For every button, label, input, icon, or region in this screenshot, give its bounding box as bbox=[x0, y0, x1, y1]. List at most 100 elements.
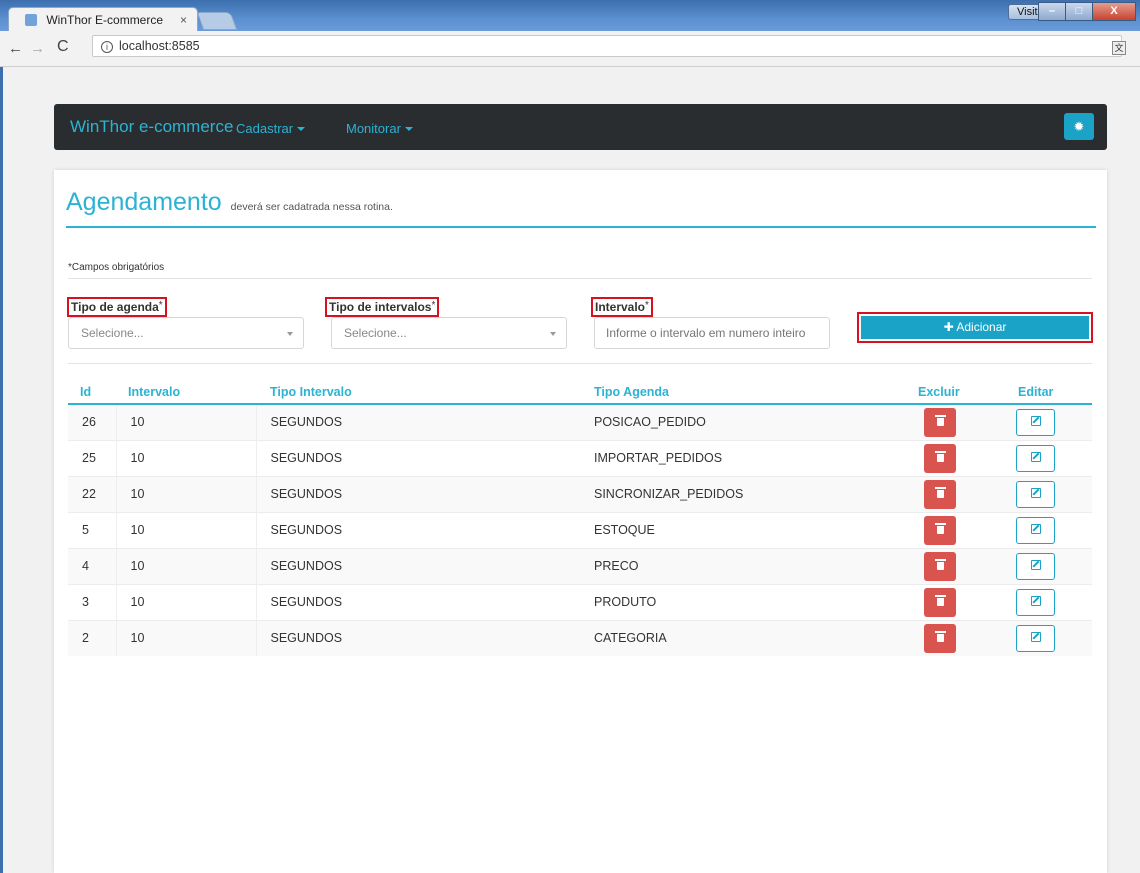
address-text: localhost:8585 bbox=[119, 39, 200, 53]
tipo-agenda-placeholder: Selecione... bbox=[81, 326, 144, 340]
browser-toolbar: ← → C i localhost:8585 文 bbox=[0, 31, 1140, 67]
cell-editar bbox=[1000, 583, 1092, 620]
cell-tipo-agenda: CATEGORIA bbox=[580, 619, 908, 656]
table-row: 3 10 SEGUNDOS PRODUTO bbox=[68, 583, 1092, 620]
edit-button[interactable] bbox=[1016, 516, 1055, 544]
add-button[interactable]: ✚ Adicionar bbox=[861, 316, 1089, 339]
cell-editar bbox=[1000, 547, 1092, 584]
menu-cadastrar[interactable]: Cadastrar bbox=[236, 121, 306, 136]
cell-excluir bbox=[908, 439, 1000, 476]
cell-tipo-agenda: ESTOQUE bbox=[580, 511, 908, 548]
edit-button[interactable] bbox=[1016, 444, 1055, 472]
tipo-agenda-select[interactable]: Selecione... bbox=[68, 317, 304, 349]
cell-intervalo: 10 bbox=[116, 511, 256, 548]
delete-button[interactable] bbox=[924, 551, 956, 581]
trash-icon bbox=[934, 414, 946, 426]
address-bar[interactable]: i localhost:8585 bbox=[92, 35, 1122, 57]
dropdown-arrow-icon bbox=[550, 332, 556, 336]
cell-excluir bbox=[908, 619, 1000, 656]
cell-id: 3 bbox=[68, 583, 117, 620]
edit-button[interactable] bbox=[1016, 588, 1055, 616]
window-controls: – □ X bbox=[1038, 2, 1136, 21]
page-title-text: Agendamento bbox=[66, 188, 222, 216]
cell-intervalo: 10 bbox=[116, 475, 256, 512]
tipo-agenda-label-text: Tipo de agenda bbox=[71, 300, 159, 314]
tipo-intervalos-label-text: Tipo de intervalos bbox=[329, 300, 432, 314]
trash-icon bbox=[934, 486, 946, 498]
form-divider-bottom bbox=[68, 363, 1092, 364]
minimize-button[interactable]: – bbox=[1038, 2, 1066, 21]
gear-icon: ✹ bbox=[1073, 119, 1085, 134]
dropdown-arrow-icon bbox=[287, 332, 293, 336]
col-tipo-intervalo: Tipo Intervalo bbox=[256, 380, 580, 405]
tipo-intervalos-select[interactable]: Selecione... bbox=[331, 317, 567, 349]
cell-editar bbox=[1000, 439, 1092, 476]
table-row: 26 10 SEGUNDOS POSICAO_PEDIDO bbox=[68, 403, 1092, 440]
intervalo-label: Intervalo* bbox=[591, 297, 653, 317]
translate-icon[interactable]: 文 bbox=[1112, 41, 1126, 55]
required-star: * bbox=[158, 300, 163, 311]
table-row: 22 10 SEGUNDOS SINCRONIZAR_PEDIDOS bbox=[68, 475, 1092, 512]
trash-icon bbox=[934, 630, 946, 642]
cell-id: 25 bbox=[68, 439, 117, 476]
edit-icon bbox=[1030, 595, 1041, 606]
menu-monitorar[interactable]: Monitorar bbox=[346, 121, 413, 136]
plus-icon: ✚ bbox=[943, 320, 954, 334]
cell-intervalo: 10 bbox=[116, 403, 256, 440]
delete-button[interactable] bbox=[924, 407, 956, 437]
tab-title: WinThor E-commerce bbox=[46, 13, 164, 27]
content-card: Agendamento deverá ser cadatrada nessa r… bbox=[54, 170, 1107, 873]
required-star: * bbox=[431, 300, 436, 311]
maximize-button[interactable]: □ bbox=[1065, 2, 1093, 21]
cell-tipo-intervalo: SEGUNDOS bbox=[255, 547, 580, 584]
cell-tipo-intervalo: SEGUNDOS bbox=[255, 475, 580, 512]
cell-id: 22 bbox=[68, 475, 117, 512]
edit-button[interactable] bbox=[1016, 624, 1055, 652]
cell-intervalo: 10 bbox=[116, 583, 256, 620]
cell-excluir bbox=[908, 403, 1000, 440]
intervalo-label-text: Intervalo bbox=[595, 300, 646, 314]
delete-button[interactable] bbox=[924, 587, 956, 617]
edit-button[interactable] bbox=[1016, 552, 1055, 580]
delete-button[interactable] bbox=[924, 479, 956, 509]
cell-tipo-intervalo: SEGUNDOS bbox=[255, 439, 580, 476]
reload-icon[interactable]: C bbox=[57, 38, 69, 56]
back-icon[interactable]: ← bbox=[8, 40, 23, 57]
brand-link[interactable]: WinThor e-commerce bbox=[70, 117, 233, 137]
close-window-button[interactable]: X bbox=[1092, 2, 1136, 21]
tipo-intervalos-placeholder: Selecione... bbox=[344, 326, 407, 340]
settings-button[interactable]: ✹ bbox=[1064, 113, 1094, 140]
trash-icon bbox=[934, 558, 946, 570]
cell-id: 5 bbox=[68, 511, 117, 548]
delete-button[interactable] bbox=[924, 515, 956, 545]
edit-button[interactable] bbox=[1016, 408, 1055, 436]
cell-tipo-intervalo: SEGUNDOS bbox=[255, 511, 580, 548]
edit-button[interactable] bbox=[1016, 480, 1055, 508]
menu-cadastrar-label: Cadastrar bbox=[236, 121, 294, 136]
delete-button[interactable] bbox=[924, 623, 956, 653]
table-row: 2 10 SEGUNDOS CATEGORIA bbox=[68, 619, 1092, 656]
delete-button[interactable] bbox=[924, 443, 956, 473]
tab-close-icon[interactable]: × bbox=[180, 13, 187, 27]
caret-down-icon bbox=[404, 127, 413, 131]
trash-icon bbox=[934, 522, 946, 534]
forward-icon[interactable]: → bbox=[30, 40, 45, 57]
favicon-icon bbox=[25, 14, 37, 26]
app-navbar: WinThor e-commerce Cadastrar Monitorar ✹ bbox=[54, 104, 1107, 150]
browser-tab[interactable]: WinThor E-commerce × bbox=[8, 7, 198, 32]
cell-intervalo: 10 bbox=[116, 619, 256, 656]
edit-icon bbox=[1030, 523, 1041, 534]
cell-excluir bbox=[908, 511, 1000, 548]
col-intervalo: Intervalo bbox=[116, 380, 256, 405]
cell-editar bbox=[1000, 511, 1092, 548]
info-icon[interactable]: i bbox=[101, 41, 113, 53]
col-editar: Editar bbox=[1000, 380, 1092, 405]
cell-editar bbox=[1000, 403, 1092, 440]
cell-tipo-agenda: IMPORTAR_PEDIDOS bbox=[580, 439, 908, 476]
new-tab-button[interactable] bbox=[196, 12, 238, 30]
edit-icon bbox=[1030, 631, 1041, 642]
intervalo-input[interactable] bbox=[594, 317, 830, 349]
cell-tipo-intervalo: SEGUNDOS bbox=[255, 403, 580, 440]
cell-excluir bbox=[908, 583, 1000, 620]
cell-tipo-agenda: SINCRONIZAR_PEDIDOS bbox=[580, 475, 908, 512]
